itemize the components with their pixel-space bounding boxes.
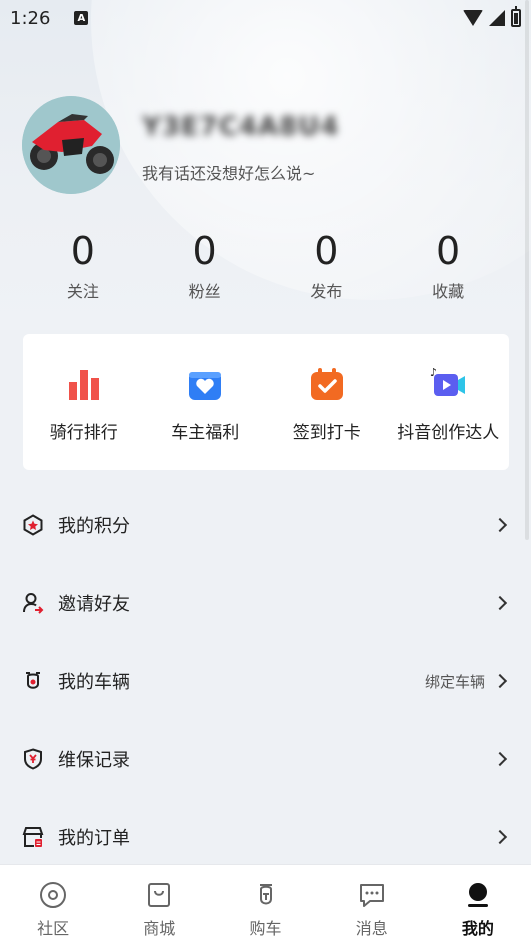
menu-label: 维保记录 — [58, 750, 130, 771]
username[interactable]: Y3E7C4A8U4 — [142, 112, 339, 142]
stat-value: 0 — [192, 229, 217, 273]
tab-label: 社区 — [37, 919, 70, 938]
stat-following[interactable]: 0 关注 — [22, 228, 144, 302]
invite-user-icon — [23, 593, 44, 614]
tab-mine[interactable]: 我的 — [425, 865, 531, 944]
shortcut-owner-benefits[interactable]: 车主福利 — [145, 366, 267, 470]
tab-community[interactable]: 社区 — [0, 865, 106, 944]
profile-icon — [467, 883, 488, 907]
stat-value: 0 — [314, 229, 339, 273]
scrollbar[interactable] — [525, 0, 529, 540]
stat-value: 0 — [70, 229, 95, 273]
shortcut-checkin[interactable]: 签到打卡 — [266, 366, 388, 470]
video-camera-icon: ♪ — [430, 366, 466, 396]
wifi-icon — [463, 10, 483, 26]
menu-label: 我的积分 — [58, 516, 130, 537]
tab-shop[interactable]: 商城 — [106, 865, 212, 944]
shortcut-label: 签到打卡 — [292, 423, 361, 443]
tab-label: 消息 — [355, 919, 388, 938]
tab-label: 商城 — [143, 919, 176, 938]
avatar[interactable] — [22, 96, 120, 194]
menu-item-points[interactable]: 我的积分 — [0, 486, 531, 564]
menu-label: 我的订单 — [58, 828, 130, 849]
maintenance-shield-icon — [24, 748, 42, 770]
tab-messages[interactable]: 消息 — [319, 865, 425, 944]
stat-fans[interactable]: 0 粉丝 — [144, 228, 266, 302]
status-bar: 1:26 A — [0, 0, 531, 36]
menu-item-vehicles[interactable]: 我的车辆 绑定车辆 — [0, 642, 531, 720]
stat-label: 关注 — [66, 282, 99, 301]
shortcut-label: 骑行排行 — [49, 423, 118, 443]
menu-item-invite[interactable]: 邀请好友 — [0, 564, 531, 642]
battery-icon — [511, 6, 521, 27]
bio-text[interactable]: 我有话还没想好怎么说~ — [142, 160, 315, 184]
tab-label: 我的 — [461, 919, 494, 938]
tab-buy-car[interactable]: 购车 — [212, 865, 318, 944]
chevron-right-icon — [492, 829, 508, 845]
checkin-icon — [310, 368, 343, 400]
stat-label: 发布 — [310, 282, 343, 301]
chevron-right-icon — [492, 517, 508, 533]
stat-posts[interactable]: 0 发布 — [266, 228, 388, 302]
shortcut-label: 抖音创作达人 — [397, 423, 500, 443]
svg-text:♪: ♪ — [430, 366, 437, 379]
menu-label: 我的车辆 — [58, 672, 130, 693]
notification-icon: A — [74, 11, 89, 25]
stat-value: 0 — [436, 229, 461, 273]
message-icon — [359, 884, 384, 907]
order-store-icon — [22, 827, 44, 847]
shortcut-card: 骑行排行 车主福利 签到打卡 ♪ 抖音创作达人 — [23, 334, 509, 470]
chevron-right-icon — [492, 673, 508, 689]
shortcut-label: 车主福利 — [171, 423, 240, 443]
bind-vehicle-hint[interactable]: 绑定车辆 — [425, 671, 485, 692]
menu-list: 我的积分 邀请好友 我的车辆 绑定车辆 维保记录 我的订单 — [0, 486, 531, 876]
menu-label: 邀请好友 — [58, 594, 130, 615]
points-hexagon-icon — [23, 514, 43, 536]
status-time: 1:26 — [10, 7, 51, 29]
shortcut-douyin-creator[interactable]: ♪ 抖音创作达人 — [388, 366, 510, 470]
signal-icon — [489, 10, 505, 26]
community-icon — [40, 882, 67, 908]
menu-item-maintenance[interactable]: 维保记录 — [0, 720, 531, 798]
stat-label: 粉丝 — [188, 282, 221, 301]
tab-label: 购车 — [249, 919, 282, 938]
shortcut-riding-rank[interactable]: 骑行排行 — [23, 366, 145, 470]
bar-chart-icon — [68, 370, 99, 400]
motorcycle-avatar-icon — [22, 96, 120, 194]
motorcycle-icon — [26, 672, 40, 689]
bottom-tab-bar: 社区 商城 购车 消息 我的 — [0, 864, 531, 944]
buy-scooter-icon — [259, 884, 272, 905]
chevron-right-icon — [492, 595, 508, 611]
stat-label: 收藏 — [432, 282, 465, 301]
shop-bag-icon — [148, 883, 171, 907]
chevron-right-icon — [492, 751, 508, 767]
stat-favorites[interactable]: 0 收藏 — [387, 228, 509, 302]
stats-row: 0 关注 0 粉丝 0 发布 0 收藏 — [22, 228, 509, 302]
gift-heart-icon — [189, 372, 222, 400]
